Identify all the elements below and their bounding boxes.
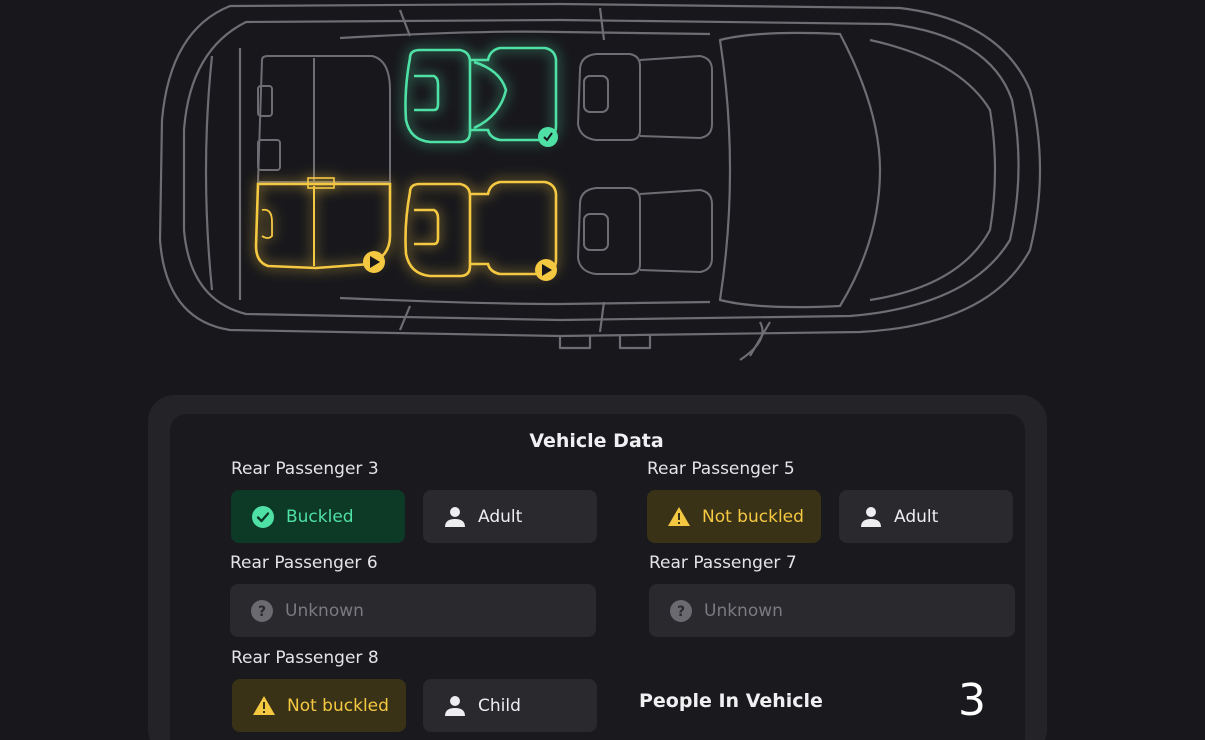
seat-8-warning-badge-icon (363, 251, 385, 273)
seat-label-rear-passenger-6: Rear Passenger 6 (230, 553, 378, 573)
occupant-type-label: Child (478, 695, 521, 716)
check-circle-icon (251, 505, 275, 529)
svg-text:?: ? (677, 604, 685, 620)
panel-title: Vehicle Data (529, 430, 664, 452)
people-in-vehicle-count: 3 (958, 675, 986, 726)
occupant-type-label: Adult (894, 506, 939, 527)
seat-label-rear-passenger-7: Rear Passenger 7 (649, 553, 797, 573)
warning-icon (667, 505, 691, 529)
person-icon (443, 694, 467, 718)
belt-status-label: Buckled (286, 506, 354, 527)
seat-3-check-badge-icon (538, 127, 558, 147)
seat-label-rear-passenger-8: Rear Passenger 8 (231, 648, 379, 668)
occupant-type-rear-passenger-3[interactable]: Adult (423, 490, 597, 543)
vehicle-occupancy-screen: Vehicle Data Rear Passenger 3 Buckled Ad… (0, 0, 1205, 740)
belt-status-rear-passenger-3[interactable]: Buckled (231, 490, 405, 543)
seat-rear-passenger-6[interactable] (576, 53, 713, 141)
person-icon (443, 505, 467, 529)
seat-label-rear-passenger-3: Rear Passenger 3 (231, 459, 379, 479)
belt-status-rear-passenger-7[interactable]: ? Unknown (649, 584, 1015, 637)
question-circle-icon: ? (669, 599, 693, 623)
warning-icon (252, 694, 276, 718)
seat-5-warning-badge-icon (535, 259, 557, 281)
occupant-type-label: Adult (478, 506, 523, 527)
belt-status-label: Not buckled (287, 695, 389, 716)
seat-rear-third-row-outline (256, 55, 391, 183)
belt-status-rear-passenger-8[interactable]: Not buckled (232, 679, 406, 732)
person-icon (859, 505, 883, 529)
question-circle-icon: ? (250, 599, 274, 623)
belt-status-label: Unknown (704, 600, 783, 621)
occupant-type-rear-passenger-8[interactable]: Child (423, 679, 597, 732)
belt-status-rear-passenger-5[interactable]: Not buckled (647, 490, 821, 543)
svg-text:?: ? (258, 604, 266, 620)
seat-rear-passenger-5[interactable] (404, 180, 558, 278)
belt-status-rear-passenger-6[interactable]: ? Unknown (230, 584, 596, 637)
seat-label-rear-passenger-5: Rear Passenger 5 (647, 459, 795, 479)
seat-rear-passenger-7[interactable] (576, 187, 713, 275)
vehicle-seat-map (158, 2, 1042, 361)
people-in-vehicle-label: People In Vehicle (639, 690, 823, 712)
belt-status-label: Not buckled (702, 506, 804, 527)
occupant-type-rear-passenger-5[interactable]: Adult (839, 490, 1013, 543)
seat-rear-passenger-3[interactable] (404, 46, 558, 144)
belt-status-label: Unknown (285, 600, 364, 621)
